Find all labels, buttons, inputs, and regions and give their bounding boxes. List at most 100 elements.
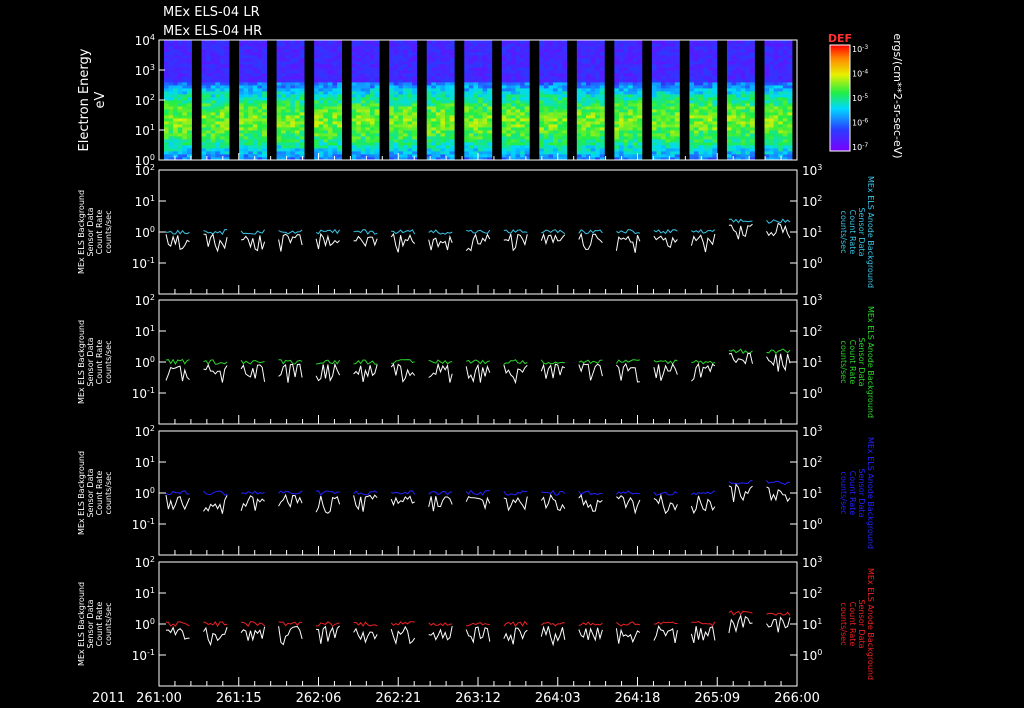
spectrogram-cell (487, 139, 493, 143)
spectrogram-cell (186, 97, 192, 101)
spectrogram-cell (201, 103, 207, 107)
spectrogram-cell (782, 133, 788, 137)
spectrogram-cell (524, 148, 530, 152)
spectrogram-cell (562, 106, 568, 110)
spectrogram-cell (726, 76, 732, 80)
spectrogram-cell (703, 40, 709, 44)
spectrogram-cell (281, 73, 287, 77)
spectrogram-cell (562, 139, 568, 143)
spectrogram-cell (778, 142, 784, 146)
spectrogram-cell (769, 85, 775, 89)
spectrogram-cell (576, 55, 582, 59)
spectrogram-cell (590, 139, 596, 143)
spectrogram-cell (745, 94, 751, 98)
spectrogram-cell (365, 64, 371, 68)
spectrogram-cell (539, 52, 545, 56)
spectrogram-cell (257, 100, 263, 104)
spectrogram-cell (674, 145, 680, 149)
spectrogram-cell (164, 133, 169, 137)
spectrogram-cell (553, 79, 559, 83)
spectrogram-cell (281, 49, 287, 53)
spectrogram-cell (412, 76, 418, 80)
spectrogram-cell (689, 67, 695, 71)
spectrogram-cell (435, 115, 441, 119)
spectrogram-cell (412, 148, 418, 152)
spectrogram-cell (782, 85, 788, 89)
spectrogram-cell (299, 76, 305, 80)
spectrogram-cell (539, 85, 545, 89)
spectrogram-cell (407, 118, 413, 122)
spectrogram-cell (294, 118, 300, 122)
spectrogram-cell (731, 55, 737, 59)
spectrogram-cell (510, 142, 516, 146)
spectrogram-cell (515, 112, 521, 116)
right-axis-label-line: MEx ELS Anode Background (866, 176, 875, 288)
spectrogram-cell (468, 133, 474, 137)
spectrogram-cell (674, 88, 680, 92)
spectrogram-cell (215, 106, 221, 110)
spectrogram-cell (351, 58, 357, 62)
spectrogram-cell (440, 91, 446, 95)
spectrogram-cell (332, 67, 338, 71)
spectrogram-cell (736, 70, 742, 74)
spectrogram-cell (661, 94, 667, 98)
spectrogram-cell (548, 142, 554, 146)
spectrogram-cell (464, 43, 470, 47)
spectrogram-cell (712, 61, 718, 65)
spectrogram-cell (614, 61, 620, 65)
spectrogram-cell (365, 43, 371, 47)
spectrogram-cell (628, 154, 634, 158)
spectrogram-cell (281, 115, 287, 119)
spectrogram-cell (252, 112, 258, 116)
spectrogram-cell (614, 70, 620, 74)
spectrogram-cell (740, 106, 746, 110)
spectrogram-cell (435, 118, 441, 122)
spectrogram-cell (252, 49, 258, 53)
spectrogram-cell (590, 136, 596, 140)
spectrogram-cell (599, 100, 605, 104)
spectrogram-cell (731, 73, 737, 77)
spectrogram-cell (548, 133, 554, 137)
spectrogram-cell (731, 121, 737, 125)
spectrogram-cell (337, 100, 343, 104)
spectrogram-cell (520, 85, 526, 89)
spectrogram-cell (449, 109, 455, 113)
spectrogram-cell (224, 100, 230, 104)
spectrogram-cell (656, 106, 662, 110)
spectrogram-cell (257, 139, 263, 143)
spectrogram-cell (327, 85, 333, 89)
spectrogram-cell (689, 52, 695, 56)
spectrogram-cell (524, 130, 530, 134)
spectrogram-cell (623, 130, 629, 134)
spectrogram-cell (285, 151, 291, 155)
spectrogram-cell (628, 124, 634, 128)
spectrogram-cell (412, 91, 418, 95)
spectrogram-cell (290, 94, 296, 98)
spectrogram-cell (182, 88, 188, 92)
spectrogram-cell (524, 73, 530, 77)
spectrogram-cell (201, 100, 207, 104)
spectrogram-cell (618, 145, 624, 149)
spectrogram-cell (168, 103, 174, 107)
spectrogram-cell (262, 100, 267, 104)
spectrogram-cell (402, 58, 408, 62)
spectrogram-cell (539, 106, 545, 110)
spectrogram-cell (745, 79, 751, 83)
spectrogram-cell (177, 103, 183, 107)
spectrogram-ylabel-unit: eV (93, 91, 108, 108)
spectrogram-cell (553, 70, 559, 74)
spectrogram-cell (501, 79, 507, 83)
spectrogram-cell (407, 46, 413, 50)
spectrogram-cell (323, 154, 329, 158)
spectrogram-cell (548, 55, 554, 59)
spectrogram-cell (506, 64, 512, 68)
spectrogram-cell (651, 118, 657, 122)
spectrogram-cell (412, 118, 418, 122)
spectrogram-cell (623, 145, 629, 149)
spectrogram-cell (586, 124, 591, 128)
spectrogram-cell (445, 82, 451, 86)
spectrogram-cell (769, 103, 775, 107)
spectrogram-cell (524, 103, 530, 107)
spectrogram-cell (337, 94, 343, 98)
spectrogram-cell (402, 136, 408, 140)
